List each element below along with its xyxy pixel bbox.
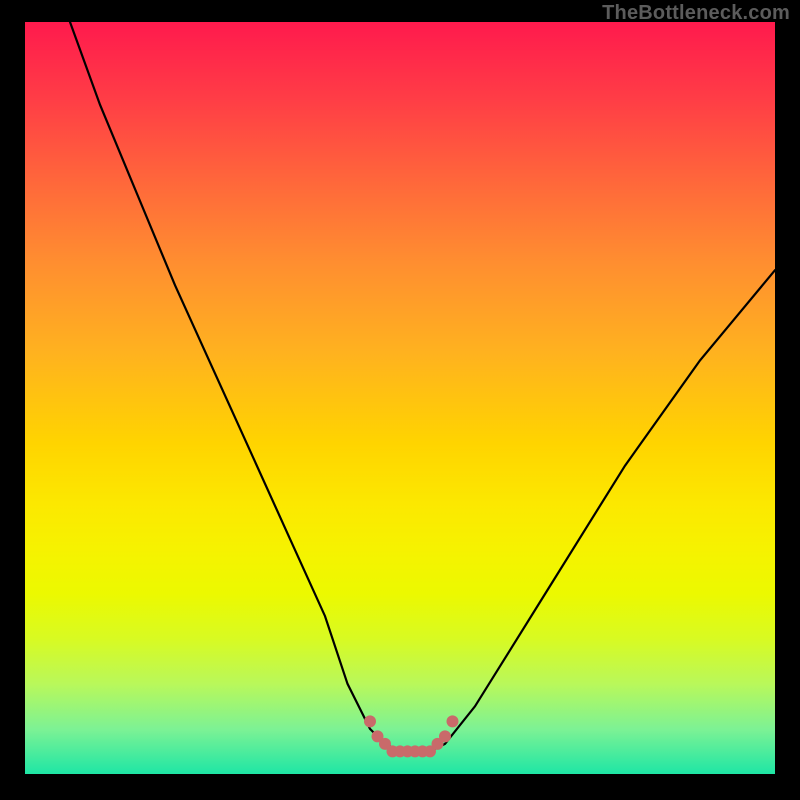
highlight-dot — [372, 730, 384, 742]
highlight-marker-group — [364, 715, 459, 757]
highlight-dot — [424, 745, 436, 757]
highlight-dot — [387, 745, 399, 757]
bottleneck-curve-svg — [25, 22, 775, 774]
highlight-dot — [394, 745, 406, 757]
highlight-dot — [364, 715, 376, 727]
highlight-dot — [447, 715, 459, 727]
highlight-dot — [439, 730, 451, 742]
chart-plot-area — [25, 22, 775, 774]
highlight-dot — [379, 738, 391, 750]
highlight-dot — [432, 738, 444, 750]
highlight-dot — [409, 745, 421, 757]
bottleneck-curve-path — [70, 22, 775, 751]
highlight-dot — [402, 745, 414, 757]
highlight-dot — [417, 745, 429, 757]
